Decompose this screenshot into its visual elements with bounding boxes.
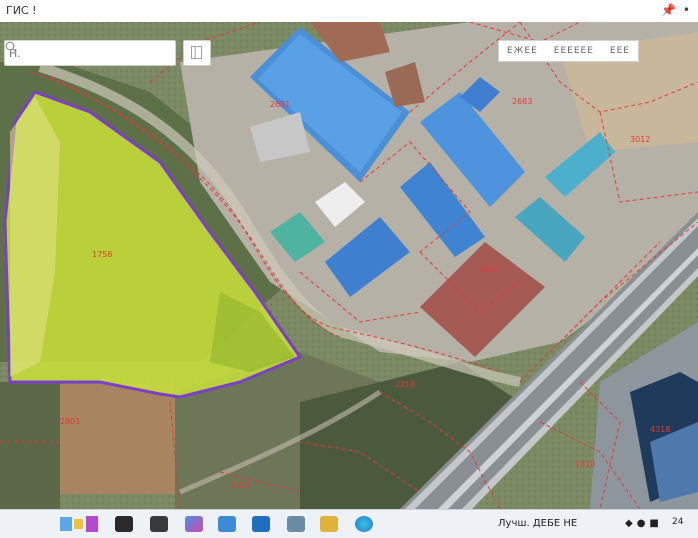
- window-title: ГИС !: [6, 4, 37, 17]
- search-box[interactable]: [4, 40, 176, 66]
- parcel-label: 2801: [60, 417, 80, 426]
- layer-tab[interactable]: ЕЖЕЕ: [499, 46, 546, 56]
- files-icon[interactable]: [287, 516, 305, 532]
- tray-icons[interactable]: ◆●■: [625, 518, 663, 529]
- parcel-label: 2218: [395, 380, 415, 389]
- layer-tabs: ЕЖЕЕ ЕЕЕЕЕЕ ЕЕЕ: [498, 40, 639, 62]
- start-icon[interactable]: [115, 516, 133, 532]
- dark-field: [0, 382, 60, 509]
- search-icon[interactable]: [150, 516, 168, 532]
- parcel-label: 3012: [630, 135, 650, 144]
- satellite-map[interactable]: 1758 2681 2683 3021 3012 2801 3315 4318 …: [0, 22, 698, 509]
- layer-tab[interactable]: ЕЕЕ: [602, 46, 638, 56]
- menu-button[interactable]: [183, 40, 211, 66]
- folder-icon[interactable]: [320, 516, 338, 532]
- edge-icon[interactable]: [355, 516, 373, 532]
- parcel-label: 2681: [270, 100, 290, 109]
- parcel-label: 2683: [512, 97, 532, 106]
- widgets-icon[interactable]: [60, 514, 100, 534]
- pin-icon[interactable]: 📌: [661, 3, 676, 17]
- search-icon[interactable]: [5, 41, 17, 53]
- search-input[interactable]: [9, 44, 149, 62]
- parcel-label: 3021: [480, 265, 500, 274]
- map-canvas: 1758 2681 2683 3021 3012 2801 3315 4318 …: [0, 22, 698, 509]
- parcel-label: 3315: [230, 481, 250, 490]
- copilot-icon[interactable]: [185, 516, 203, 532]
- clock[interactable]: 24: [672, 517, 683, 527]
- parcel-label: 1758: [92, 250, 112, 259]
- status-dot-icon: •: [682, 3, 690, 17]
- tray-notification[interactable]: Лучш. ДЕБЕ НЕ: [498, 518, 577, 529]
- parcel-label: 4318: [650, 425, 670, 434]
- sidebar-toggle-icon: [190, 46, 203, 59]
- store-icon[interactable]: [218, 516, 236, 532]
- layer-tab[interactable]: ЕЕЕЕЕЕ: [546, 46, 602, 56]
- map-app-window: ГИС ! 📌 • 1758 2681 2683 3021 3012 2801 …: [0, 0, 698, 538]
- brown-field: [60, 384, 175, 494]
- taskbar: Лучш. ДЕБЕ НЕ ◆●■ 24: [0, 509, 698, 538]
- mail-icon[interactable]: [252, 516, 270, 532]
- title-bar: ГИС ! 📌 •: [0, 0, 698, 23]
- parcel-label: 1810: [575, 460, 595, 469]
